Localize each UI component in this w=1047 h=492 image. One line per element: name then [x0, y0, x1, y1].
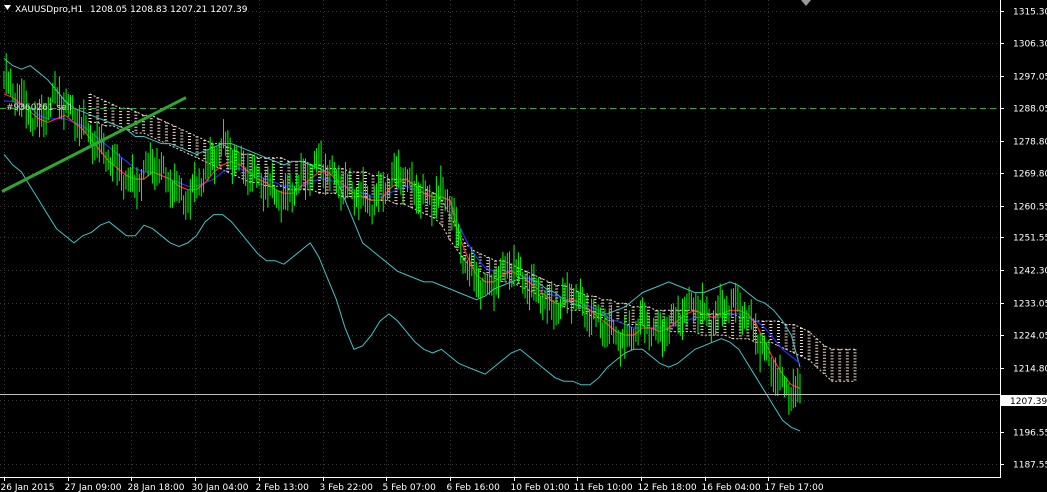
y-tick-label: 1196.55 — [1013, 429, 1047, 439]
y-tick-label: 1306.30 — [1013, 40, 1047, 50]
x-tick-label: 6 Feb 16:00 — [447, 483, 501, 492]
y-tick-label: 1242.30 — [1013, 267, 1047, 277]
tenkan-line — [3, 93, 801, 389]
y-tick-label: 1214.80 — [1013, 365, 1047, 375]
x-tick-label: 27 Jan 09:00 — [65, 483, 122, 492]
x-tick-label: 30 Jan 04:00 — [192, 483, 249, 492]
y-tick-label: 1187.55 — [1013, 461, 1047, 471]
y-tick-label: 1315.30 — [1013, 8, 1047, 18]
x-tick-label: 10 Feb 01:00 — [511, 483, 570, 492]
price-chart[interactable]: XAUUSDpro,H1 1208.05 1208.83 1207.21 120… — [0, 0, 1047, 492]
y-tick-label: 1251.55 — [1013, 234, 1047, 244]
bollinger-bands — [3, 58, 801, 432]
y-tick-label: 1269.80 — [1013, 170, 1047, 180]
y-tick-label: 1278.80 — [1013, 138, 1047, 148]
symbol-title: XAUUSDpro,H1 — [15, 5, 83, 15]
x-tick-label: 16 Feb 04:00 — [702, 483, 761, 492]
x-tick-label: 12 Feb 18:00 — [638, 483, 697, 492]
y-tick-label: 1260.55 — [1013, 203, 1047, 213]
order-label[interactable]: #9360261 sell — [6, 103, 72, 113]
symbol-dropdown-icon[interactable] — [4, 5, 11, 10]
shift-marker-icon[interactable] — [801, 0, 811, 6]
x-tick-label: 11 Feb 10:00 — [574, 483, 633, 492]
ohlc-values: 1208.05 1208.83 1207.21 1207.39 — [90, 5, 248, 15]
x-tick-label: 5 Feb 07:00 — [383, 483, 437, 492]
y-tick-label: 1224.05 — [1013, 332, 1047, 342]
x-tick-label: 3 Feb 22:00 — [320, 483, 374, 492]
x-tick-label: 2 Feb 13:00 — [256, 483, 310, 492]
chart-grid — [0, 0, 1000, 477]
x-tick-label: 28 Jan 18:00 — [128, 483, 185, 492]
x-tick-label: 26 Jan 2015 — [1, 483, 55, 492]
chart-overlays — [0, 96, 1000, 395]
y-tick-label: 1288.05 — [1013, 105, 1047, 115]
y-tick-label: 1233.05 — [1013, 300, 1047, 310]
time-axis[interactable]: 26 Jan 2015 27 Jan 09:00 28 Jan 18:00 30 Ja… — [1, 477, 824, 492]
indicator-lines — [3, 93, 801, 389]
x-tick-label: 17 Feb 17:00 — [765, 483, 824, 492]
current-price-label: 1207.39 — [1010, 397, 1047, 407]
y-tick-label: 1297.05 — [1013, 73, 1047, 83]
